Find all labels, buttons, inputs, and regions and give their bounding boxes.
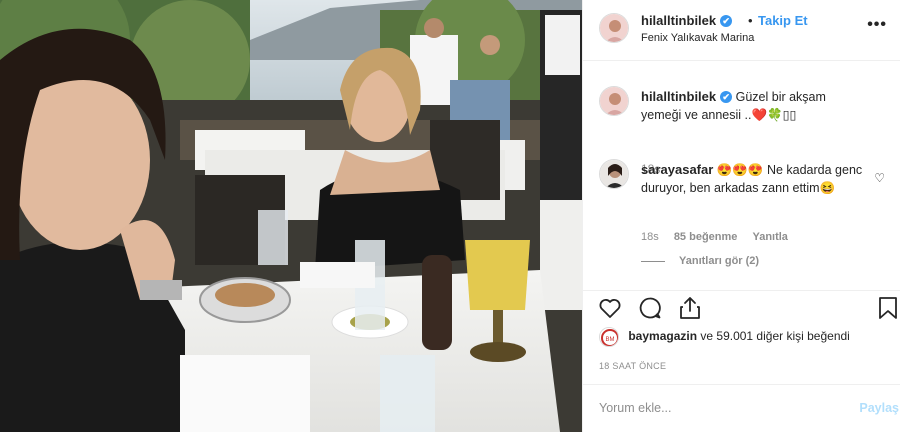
liked-by-rest[interactable]: ve 59.001 diğer kişi beğendi [700, 329, 849, 343]
follow-button[interactable]: Takip Et [758, 13, 808, 28]
view-replies-button[interactable]: Yanıtları gör (2) [641, 255, 759, 267]
post-comment-button[interactable]: Paylaş [859, 401, 899, 415]
add-comment-bar: Yorum ekle... Paylaş [583, 384, 900, 433]
bookmark-icon[interactable] [875, 295, 900, 321]
comment-text: sarayasafar 😍😍😍 Ne kadarda genc duruyor,… [641, 161, 869, 197]
avatar[interactable] [599, 13, 629, 43]
comment-likes[interactable]: 85 beğenme [674, 231, 738, 243]
restaurant-photo [0, 0, 582, 432]
comments-list: hilalltinbilek ✔ Güzel bir akşam yemeği v… [583, 61, 900, 293]
separator-dot: • [748, 13, 753, 28]
caption-text: hilalltinbilek ✔ Güzel bir akşam yemeği v… [641, 88, 869, 124]
location-link[interactable]: Fenix Yalıkavak Marina [641, 32, 754, 44]
replies-line [641, 260, 665, 262]
comment-username[interactable]: sarayasafar [641, 162, 713, 177]
view-replies-label: Yanıtları gör (2) [679, 255, 760, 267]
comment-time: 18s [641, 231, 659, 243]
heart-icon[interactable] [597, 295, 623, 321]
avatar[interactable] [599, 86, 629, 116]
avatar[interactable] [599, 159, 629, 189]
more-options-icon[interactable]: ••• [867, 16, 887, 34]
liked-by-user[interactable]: baymagazin [628, 329, 697, 343]
post-side-panel: hilalltinbilek ✔ • Takip Et Fenix Yalıkav… [582, 0, 900, 432]
verified-icon: ✔ [720, 91, 733, 103]
post-username[interactable]: hilalltinbilek ✔ [641, 13, 733, 28]
reply-button[interactable]: Yanıtla [752, 231, 787, 243]
avatar[interactable]: BM [599, 327, 619, 347]
comment-meta: 18s 85 beğenme Yanıtla [641, 231, 800, 243]
verified-icon: ✔ [720, 15, 733, 27]
caption-username[interactable]: hilalltinbilek ✔ [641, 89, 733, 104]
comment-input[interactable]: Yorum ekle... [599, 401, 672, 415]
liked-by: BM baymagazin ve 59.001 diğer kişi beğen… [599, 327, 850, 347]
post-header: hilalltinbilek ✔ • Takip Et Fenix Yalıkav… [583, 0, 900, 61]
post-timestamp[interactable]: 18 SAAT ÖNCE [599, 361, 666, 371]
comment-like-heart-icon[interactable]: ♡ [874, 171, 885, 185]
comment-icon[interactable] [637, 295, 663, 321]
post-photo[interactable] [0, 0, 582, 432]
action-bar [583, 290, 900, 327]
svg-text:BM: BM [606, 337, 615, 343]
share-icon[interactable] [677, 295, 703, 321]
